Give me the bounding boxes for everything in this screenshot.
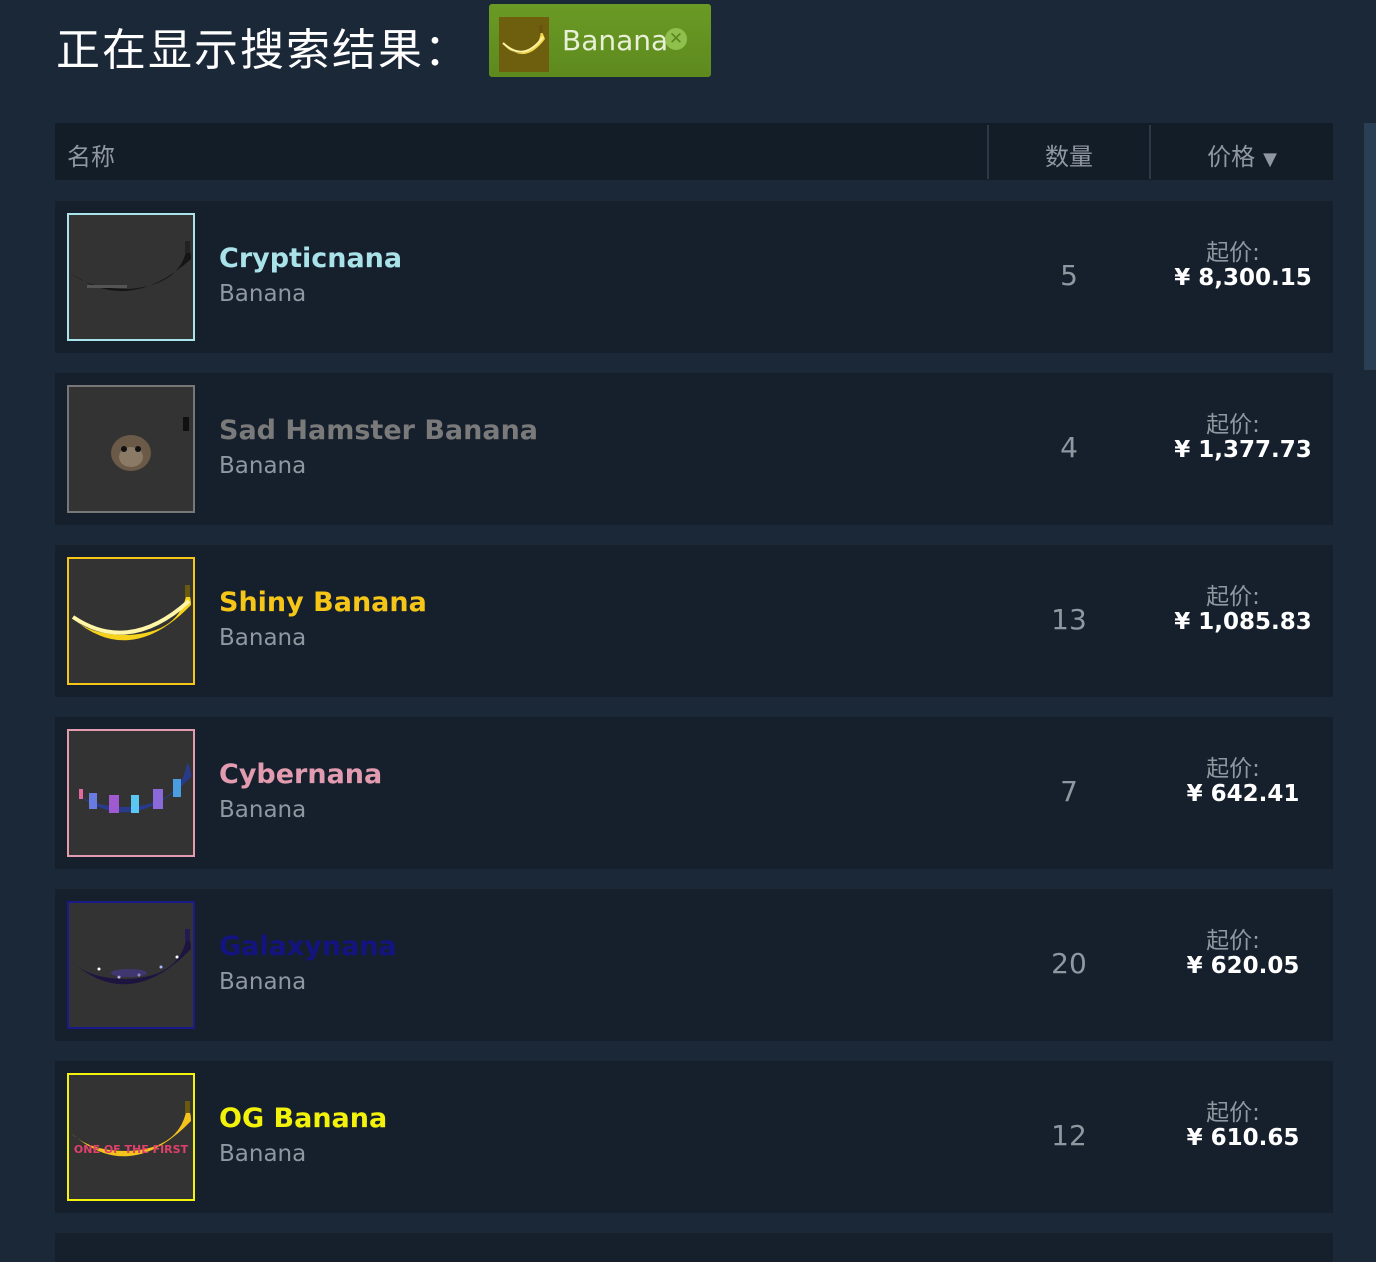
price-label: 起价:: [1206, 928, 1260, 954]
banana-text: ONE OF THE FIRST: [74, 1143, 189, 1156]
sort-descending-icon: ▼: [1263, 149, 1277, 170]
listing-row-partial[interactable]: [55, 1233, 1333, 1262]
listing-row[interactable]: ONE OF THE FIRST OG Banana Banana 12 起价:…: [55, 1061, 1333, 1213]
item-name[interactable]: Crypticnana: [219, 243, 402, 274]
item-price: ¥ 620.05: [1186, 953, 1300, 979]
item-type: Banana: [219, 625, 307, 651]
price-label: 起价:: [1206, 240, 1260, 266]
listing-row[interactable]: Galaxynana Banana 20 起价: ¥ 620.05: [55, 889, 1333, 1041]
item-price: ¥ 1,085.83: [1174, 609, 1312, 635]
price-label: 起价:: [1206, 756, 1260, 782]
search-results-label: 正在显示搜索结果：: [56, 25, 470, 76]
galaxy-banana-icon: [67, 901, 195, 1029]
item-quantity: 20: [1051, 947, 1087, 980]
column-header-price-label: 价格: [1207, 143, 1256, 171]
filter-tag-label: Banana: [562, 24, 669, 57]
listing-row[interactable]: Crypticnana Banana 5 起价: ¥ 8,300.15: [55, 201, 1333, 353]
listing-row[interactable]: Cybernana Banana 7 起价: ¥ 642.41: [55, 717, 1333, 869]
item-name[interactable]: Cybernana: [219, 759, 382, 790]
column-header-quantity[interactable]: 数量: [989, 137, 1149, 172]
filter-tag-banana[interactable]: Banana ✕: [489, 4, 711, 77]
results-header: 正在显示搜索结果： Banana ✕: [0, 0, 1376, 100]
item-quantity: 13: [1051, 603, 1087, 636]
price-label: 起价:: [1206, 584, 1260, 610]
item-name[interactable]: OG Banana: [219, 1103, 387, 1134]
remove-filter-icon[interactable]: ✕: [665, 28, 687, 50]
hamster-banana-icon: [67, 385, 195, 513]
item-quantity: 4: [1060, 431, 1078, 464]
price-label: 起价:: [1206, 412, 1260, 438]
item-name[interactable]: Sad Hamster Banana: [219, 415, 538, 446]
item-price: ¥ 8,300.15: [1174, 265, 1312, 291]
item-name[interactable]: Galaxynana: [219, 931, 397, 962]
item-quantity: 7: [1060, 775, 1078, 808]
item-price: ¥ 1,377.73: [1174, 437, 1312, 463]
item-price: ¥ 610.65: [1186, 1125, 1300, 1151]
scrollbar[interactable]: [1364, 123, 1376, 370]
cyber-banana-icon: [67, 729, 195, 857]
price-label: 起价:: [1206, 1100, 1260, 1126]
black-banana-icon: [67, 213, 195, 341]
yellow-banana-icon: [67, 557, 195, 685]
item-quantity: 5: [1060, 259, 1078, 292]
item-type: Banana: [219, 281, 307, 307]
banana-thumbnail-icon: [499, 17, 549, 72]
item-price: ¥ 642.41: [1186, 781, 1300, 807]
column-header-price[interactable]: 价格 ▼: [1151, 137, 1333, 172]
column-header-name[interactable]: 名称: [67, 137, 115, 172]
table-header: 名称 数量 价格 ▼: [55, 123, 1333, 180]
item-name[interactable]: Shiny Banana: [219, 587, 427, 618]
item-type: Banana: [219, 797, 307, 823]
og-banana-icon: ONE OF THE FIRST: [67, 1073, 195, 1201]
item-type: Banana: [219, 1141, 307, 1167]
item-quantity: 12: [1051, 1119, 1087, 1152]
listing-row[interactable]: Sad Hamster Banana Banana 4 起价: ¥ 1,377.…: [55, 373, 1333, 525]
item-type: Banana: [219, 453, 307, 479]
listing-row[interactable]: Shiny Banana Banana 13 起价: ¥ 1,085.83: [55, 545, 1333, 697]
item-type: Banana: [219, 969, 307, 995]
